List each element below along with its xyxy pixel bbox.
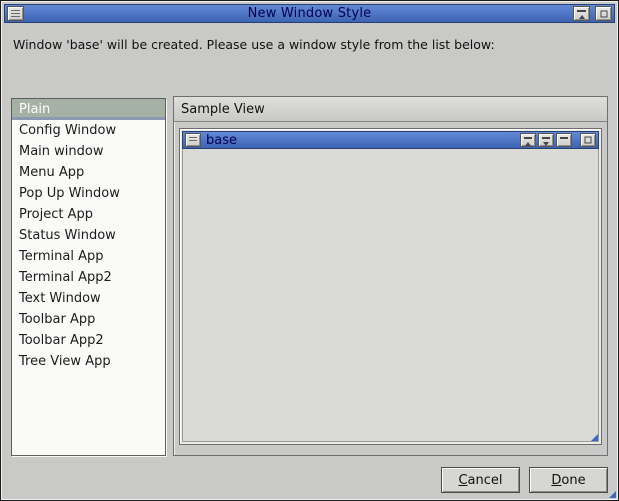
style-list-item[interactable]: Main window <box>12 141 165 162</box>
style-list-item[interactable]: Toolbar App <box>12 309 165 330</box>
style-list-item[interactable]: Status Window <box>12 225 165 246</box>
preview-titlebar: base <box>182 131 599 149</box>
style-list-item[interactable]: Menu App <box>12 162 165 183</box>
sample-window-preview: base <box>179 128 602 445</box>
window-title: New Window Style <box>5 6 614 21</box>
preview-maximize-button <box>580 133 596 147</box>
dialog-resize-grip[interactable] <box>609 491 616 498</box>
style-list-item[interactable]: Terminal App2 <box>12 267 165 288</box>
shade-button[interactable] <box>573 6 590 21</box>
style-list[interactable]: Plain Config Window Main window Menu App… <box>11 98 166 456</box>
preview-blank-button <box>556 133 572 147</box>
sample-view-panel: Sample View base <box>173 96 608 456</box>
done-button[interactable]: Done <box>529 467 608 493</box>
maximize-icon <box>600 10 607 17</box>
preview-shade-down-button <box>538 133 554 147</box>
preview-shade-up-button <box>520 133 536 147</box>
style-list-item[interactable]: Pop Up Window <box>12 183 165 204</box>
preview-window-menu-button <box>185 133 201 147</box>
style-list-item[interactable]: Terminal App <box>12 246 165 267</box>
dialog-message: Window 'base' will be created. Please us… <box>13 37 606 52</box>
style-list-item[interactable]: Plain <box>12 99 165 120</box>
preview-window-content <box>182 149 599 442</box>
style-list-item[interactable]: Tree View App <box>12 351 165 372</box>
preview-resize-grip-icon <box>591 434 598 441</box>
style-list-item[interactable]: Config Window <box>12 120 165 141</box>
dialog-window: New Window Style Window 'base' will be c… <box>0 0 619 501</box>
style-list-item[interactable]: Toolbar App2 <box>12 330 165 351</box>
cancel-button[interactable]: Cancel <box>441 467 520 493</box>
style-list-item[interactable]: Project App <box>12 204 165 225</box>
sample-view-header: Sample View <box>174 97 607 122</box>
preview-window-title: base <box>206 133 237 148</box>
shade-up-icon <box>525 142 531 146</box>
shade-down-icon <box>543 142 549 146</box>
style-list-item[interactable]: Text Window <box>12 288 165 309</box>
maximize-button[interactable] <box>595 6 612 21</box>
window-menu-icon <box>189 137 197 143</box>
shade-icon <box>577 10 586 12</box>
maximize-icon <box>585 137 592 144</box>
titlebar[interactable]: New Window Style <box>4 4 615 23</box>
